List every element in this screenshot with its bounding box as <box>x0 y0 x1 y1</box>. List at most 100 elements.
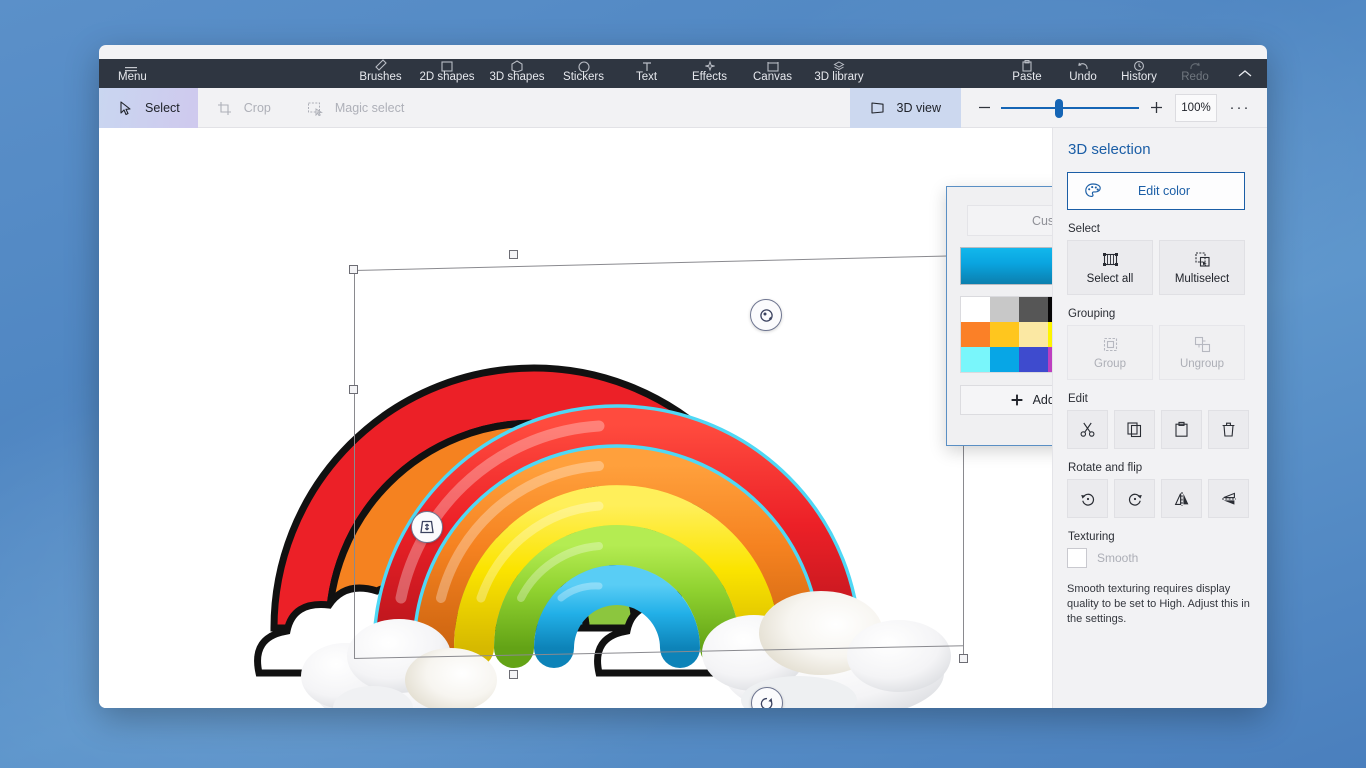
tool-select[interactable]: Select <box>99 88 198 128</box>
smooth-checkbox-row: Smooth <box>1067 548 1253 568</box>
zoom-slider-track <box>1001 107 1139 109</box>
zoom-slider[interactable] <box>1001 88 1139 128</box>
section-label-edit: Edit <box>1068 393 1088 405</box>
menu-item-label: Undo <box>1069 71 1097 83</box>
palette-color[interactable] <box>990 297 1020 322</box>
tool-label: Magic select <box>334 101 405 115</box>
rotate-left-button[interactable] <box>1067 479 1108 518</box>
paste-button[interactable] <box>1161 410 1202 449</box>
tool-ribbon: Select Crop Magic select 3D view 100% ··… <box>99 87 1267 128</box>
ribbon-right-group: 3D view 100% ··· <box>849 87 1267 128</box>
trash-icon <box>1220 421 1237 438</box>
menu-item-canvas[interactable]: Canvas <box>741 62 804 88</box>
artwork-rainbow[interactable] <box>99 128 1052 708</box>
more-options-button[interactable]: ··· <box>1219 88 1261 128</box>
redo-icon <box>1187 59 1203 72</box>
zoom-level-display[interactable]: 100% <box>1175 93 1217 122</box>
menu-item-label: History <box>1121 71 1157 83</box>
collapse-ribbon-button[interactable] <box>1223 59 1267 88</box>
palette-color[interactable] <box>1019 347 1049 372</box>
crop-icon <box>216 100 233 117</box>
menu-bar-left: Menu <box>99 67 349 88</box>
menu-bar: Menu Brushes 2D shapes 3D shapes Sticker… <box>99 59 1267 88</box>
flip-horizontal-button[interactable] <box>1161 479 1202 518</box>
sticker-icon <box>576 59 592 72</box>
menu-item-paste[interactable]: Paste <box>999 60 1055 88</box>
delete-button[interactable] <box>1208 410 1249 449</box>
ungroup-label: Ungroup <box>1179 357 1225 370</box>
copy-button[interactable] <box>1114 410 1155 449</box>
rotate-z-handle[interactable] <box>750 299 782 331</box>
tool-crop: Crop <box>198 88 289 128</box>
scissors-icon <box>1079 421 1096 438</box>
menu-item-undo[interactable]: Undo <box>1055 62 1111 88</box>
menu-item-label: Effects <box>692 71 727 83</box>
menu-item-2d-shapes[interactable]: 2D shapes <box>412 61 482 88</box>
palette-color[interactable] <box>961 322 991 347</box>
palette-color[interactable] <box>961 297 991 322</box>
text-icon <box>639 59 655 72</box>
menu-item-effects[interactable]: Effects <box>678 60 741 88</box>
select-all-button[interactable]: Select all <box>1067 240 1153 295</box>
select-all-icon <box>1102 251 1119 268</box>
palette-color[interactable] <box>1019 322 1049 347</box>
multiselect-label: Multiselect <box>1174 272 1230 285</box>
smooth-label: Smooth <box>1097 551 1139 565</box>
rotate-left-icon <box>1079 490 1097 508</box>
flip-vertical-button[interactable] <box>1208 479 1249 518</box>
brush-icon <box>373 59 389 72</box>
menu-item-3d-library[interactable]: 3D library <box>804 61 874 88</box>
edit-color-button[interactable]: Edit color <box>1067 172 1245 210</box>
menu-item-brushes[interactable]: Brushes <box>349 59 412 88</box>
cursor-icon <box>117 100 134 117</box>
menu-item-label: Canvas <box>753 71 792 83</box>
zoom-slider-knob[interactable] <box>1054 98 1063 118</box>
menu-bar-right: Paste Undo History Redo <box>999 59 1267 88</box>
paint-3d-window: Menu Brushes 2D shapes 3D shapes Sticker… <box>99 45 1267 708</box>
rotate-right-button[interactable] <box>1114 479 1155 518</box>
section-label-grouping: Grouping <box>1068 308 1116 320</box>
group-label: Group <box>1094 357 1126 370</box>
cube-icon <box>509 59 525 72</box>
effects-icon <box>702 59 718 72</box>
menu-item-3d-shapes[interactable]: 3D shapes <box>482 60 552 88</box>
tool-magic-select: Magic select <box>289 88 422 128</box>
zoom-in-button[interactable] <box>1139 88 1173 128</box>
canvas-area[interactable] <box>99 128 1052 708</box>
view3d-icon <box>870 100 887 115</box>
view-3d-button[interactable]: 3D view <box>849 87 961 128</box>
menu-item-history[interactable]: History <box>1111 61 1167 88</box>
palette-color[interactable] <box>990 322 1020 347</box>
section-label-select: Select <box>1068 223 1100 235</box>
palette-icon <box>1084 182 1102 200</box>
palette-color[interactable] <box>990 347 1020 372</box>
ungroup-button: Ungroup <box>1159 325 1245 380</box>
flip-horizontal-icon <box>1173 490 1191 508</box>
cut-button[interactable] <box>1067 410 1108 449</box>
menu-item-label: Text <box>635 71 658 83</box>
menu-button[interactable]: Menu <box>118 67 349 88</box>
zoom-out-button[interactable] <box>967 88 1001 128</box>
palette-color[interactable] <box>961 347 991 372</box>
menu-item-stickers[interactable]: Stickers <box>552 61 615 88</box>
palette-color[interactable] <box>1019 297 1049 322</box>
group-button: Group <box>1067 325 1153 380</box>
rotate-flip-button-group <box>1067 479 1253 518</box>
zoom-controls: 100% ··· <box>961 88 1267 128</box>
properties-panel: 3D selection Edit color Select Select al… <box>1052 128 1267 708</box>
menu-item-label: 3D shapes <box>489 71 545 83</box>
depth-handle[interactable] <box>411 511 443 543</box>
menu-bar-items: Brushes 2D shapes 3D shapes Stickers Tex… <box>349 59 999 88</box>
tool-label: Select <box>145 101 180 115</box>
library-icon <box>831 59 847 72</box>
menu-item-text[interactable]: Text <box>615 62 678 88</box>
multiselect-button[interactable]: Multiselect <box>1159 240 1245 295</box>
menu-item-label: Paste <box>1012 71 1042 83</box>
grouping-button-group: Group Ungroup <box>1067 325 1253 380</box>
section-label-texturing: Texturing <box>1068 531 1115 543</box>
menu-item-label: Brushes <box>359 71 402 83</box>
undo-icon <box>1075 59 1091 72</box>
tool-label: Crop <box>243 101 271 115</box>
canvas-icon <box>765 59 781 72</box>
menu-item-label: Redo <box>1181 71 1209 83</box>
